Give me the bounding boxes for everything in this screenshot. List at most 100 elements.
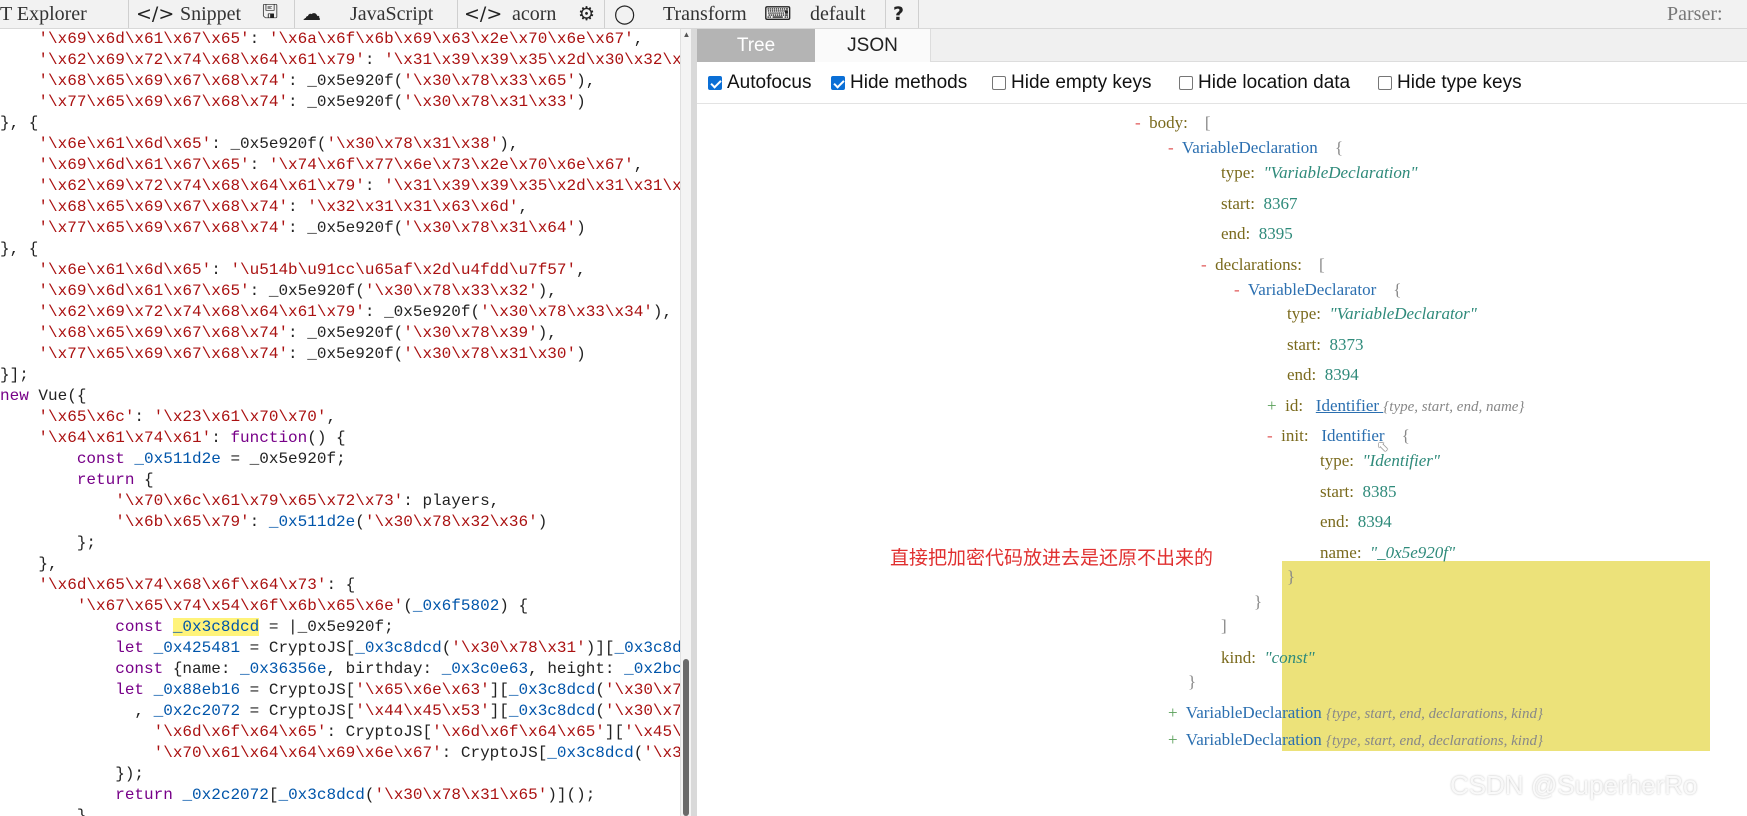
code-line[interactable]: let _0x88eb16 = CryptoJS['\x65\x6e\x63']… <box>0 680 680 701</box>
code-line[interactable]: }, { <box>0 239 38 260</box>
close-brace-text: } <box>1188 672 1197 691</box>
expand-toggle-icon[interactable]: + <box>1267 396 1277 415</box>
tree-node-variable-declaration[interactable]: - VariableDeclaration { <box>1168 137 1343 159</box>
code-line[interactable]: '\x69\x6d\x61\x67\x65': '\x6a\x6f\x6b\x6… <box>0 29 643 50</box>
code-line[interactable]: '\x67\x65\x74\x54\x6f\x6b\x65\x6e'(_0x6f… <box>0 596 528 617</box>
code-line[interactable]: '\x70\x6c\x61\x79\x65\x72\x73': players, <box>0 491 499 512</box>
hide-empty-keys-checkbox[interactable] <box>992 76 1006 90</box>
code-editor[interactable]: '\x69\x6d\x61\x67\x65': '\x6a\x6f\x6b\x6… <box>0 29 680 816</box>
expand-toggle-icon[interactable]: + <box>1168 703 1178 722</box>
tab-json[interactable]: JSON <box>815 29 931 62</box>
language-menu[interactable]: JavaScript <box>350 0 433 28</box>
code-line[interactable]: '\x68\x65\x69\x67\x68\x74': '\x32\x31\x3… <box>0 197 528 218</box>
snippet-menu[interactable]: Snippet <box>180 0 241 28</box>
keyboard-icon[interactable]: ⌨ <box>764 0 791 28</box>
code-line[interactable]: return { <box>0 470 154 491</box>
hide-methods-checkbox[interactable] <box>831 76 845 90</box>
code-line[interactable]: '\x77\x65\x69\x67\x68\x74': _0x5e920f('\… <box>0 218 585 239</box>
snippet-icon[interactable]: </> <box>136 0 174 28</box>
code-line[interactable]: '\x6d\x65\x74\x68\x6f\x64\x73': { <box>0 575 355 596</box>
collapse-toggle-icon[interactable]: - <box>1267 426 1273 445</box>
code-line[interactable]: '\x64\x61\x74\x61': function() { <box>0 428 345 449</box>
toolbar-divider <box>294 0 295 28</box>
code-line[interactable]: , _0x2c2072 = CryptoJS['\x44\x45\x53'][_… <box>0 701 680 722</box>
tab-tree[interactable]: Tree <box>697 29 815 62</box>
code-token: : _0x5e920f( <box>288 219 404 237</box>
option-hide-methods[interactable]: Hide methods <box>831 72 967 93</box>
code-line[interactable]: '\x62\x69\x72\x74\x68\x64\x61\x79': '\x3… <box>0 50 680 71</box>
hide-location-data-checkbox[interactable] <box>1179 76 1193 90</box>
parser-icon[interactable]: </> <box>464 0 502 28</box>
transform-menu[interactable]: Transform <box>663 0 747 28</box>
option-hide-location-data[interactable]: Hide location data <box>1179 72 1350 93</box>
prop-value: 8373 <box>1329 335 1364 354</box>
code-line[interactable]: }); <box>0 764 144 785</box>
code-token: '\x6b\x65\x79' <box>0 513 250 531</box>
collapse-toggle-icon[interactable]: - <box>1201 255 1207 274</box>
code-token: function <box>230 429 308 447</box>
code-line[interactable]: } <box>0 806 87 816</box>
code-line[interactable]: return _0x2c2072[_0x3c8dcd('\x30\x78\x31… <box>0 785 595 806</box>
code-line[interactable]: const _0x3c8dcd = |_0x5e920f; <box>0 617 394 638</box>
code-token: let <box>0 639 154 657</box>
code-token: ) <box>537 513 548 531</box>
code-token: ( <box>595 702 605 720</box>
scrollbar-thumb[interactable] <box>683 659 689 816</box>
code-line[interactable]: }; <box>0 533 96 554</box>
option-hide-empty-keys[interactable]: Hide empty keys <box>992 72 1151 93</box>
tree-node-id[interactable]: + id: Identifier {type, start, end, name… <box>1267 395 1524 417</box>
close-bracket: ] <box>1221 615 1227 637</box>
tree-prop-end: end: 8395 <box>1221 223 1293 245</box>
tree-node-body[interactable]: - body: [ <box>1135 112 1211 134</box>
open-bracket: [ <box>1319 255 1325 274</box>
language-icon[interactable]: ☁ <box>302 0 321 28</box>
code-line[interactable]: '\x62\x69\x72\x74\x68\x64\x61\x79': _0x5… <box>0 302 672 323</box>
code-line[interactable]: '\x65\x6c': '\x23\x61\x70\x70', <box>0 407 336 428</box>
parser-menu[interactable]: acorn <box>512 0 556 28</box>
code-token: '\x65\x6e\x63' <box>355 681 490 699</box>
tree-node-variable-declaration-collapsed[interactable]: + VariableDeclaration {type, start, end,… <box>1168 729 1543 751</box>
code-line[interactable]: '\x6b\x65\x79': _0x511d2e('\x30\x78\x32\… <box>0 512 547 533</box>
code-line[interactable]: '\x68\x65\x69\x67\x68\x74': _0x5e920f('\… <box>0 323 556 344</box>
code-token: , <box>633 156 644 174</box>
code-line[interactable]: '\x77\x65\x69\x67\x68\x74': _0x5e920f('\… <box>0 92 585 113</box>
expand-toggle-icon[interactable]: + <box>1168 730 1178 749</box>
collapse-toggle-icon[interactable]: - <box>1135 113 1141 132</box>
code-line[interactable]: '\x6d\x6f\x64\x65': CryptoJS['\x6d\x6f\x… <box>0 722 680 743</box>
code-line[interactable]: '\x62\x69\x72\x74\x68\x64\x61\x79': '\x3… <box>0 176 680 197</box>
tree-node-variable-declaration-collapsed[interactable]: + VariableDeclaration {type, start, end,… <box>1168 702 1543 724</box>
code-line[interactable]: '\x69\x6d\x61\x67\x65': '\x74\x6f\x77\x6… <box>0 155 643 176</box>
code-line[interactable]: }]; <box>0 365 29 386</box>
code-line[interactable]: new Vue({ <box>0 386 86 407</box>
hide-type-keys-checkbox[interactable] <box>1378 76 1392 90</box>
node-type-link[interactable]: Identifier <box>1316 396 1384 415</box>
code-line[interactable]: '\x69\x6d\x61\x67\x65': _0x5e920f('\x30\… <box>0 281 556 302</box>
code-line[interactable]: '\x77\x65\x69\x67\x68\x74': _0x5e920f('\… <box>0 344 585 365</box>
code-line[interactable]: }, <box>0 554 58 575</box>
code-token: }, <box>0 555 58 573</box>
keymap-menu[interactable]: default <box>810 0 866 28</box>
code-line[interactable]: '\x68\x65\x69\x67\x68\x74': _0x5e920f('\… <box>0 71 595 92</box>
code-line[interactable]: const _0x511d2e = _0x5e920f; <box>0 449 346 470</box>
transform-toggle-icon[interactable]: ◯ <box>614 0 635 28</box>
code-line[interactable]: '\x70\x61\x64\x64\x69\x6e\x67': CryptoJS… <box>0 743 680 764</box>
help-icon[interactable]: ? <box>893 0 904 28</box>
collapse-toggle-icon[interactable]: - <box>1234 280 1240 299</box>
gear-icon[interactable]: ⚙ <box>578 0 595 28</box>
collapse-toggle-icon[interactable]: - <box>1168 138 1174 157</box>
code-token: ), <box>499 135 519 153</box>
tree-node-declarations[interactable]: - declarations: [ <box>1201 254 1325 276</box>
code-token: '\x30\x78\x33\x65' <box>403 72 577 90</box>
code-token: new <box>0 387 29 405</box>
autofocus-checkbox[interactable] <box>708 76 722 90</box>
code-line[interactable]: '\x6e\x61\x6d\x65': _0x5e920f('\x30\x78\… <box>0 134 518 155</box>
save-icon[interactable]: 🖫 <box>262 0 278 28</box>
code-line[interactable]: let _0x425481 = CryptoJS[_0x3c8dcd('\x30… <box>0 638 680 659</box>
code-line[interactable]: '\x6e\x61\x6d\x65': '\u514b\u91cc\u65af\… <box>0 260 585 281</box>
code-line[interactable]: const {name: _0x36356e, birthday: _0x3c0… <box>0 659 680 680</box>
editor-scrollbar[interactable]: ▲ <box>680 29 691 816</box>
tree-node-variable-declarator[interactable]: - VariableDeclarator { <box>1234 279 1401 301</box>
option-autofocus[interactable]: Autofocus <box>708 72 812 93</box>
option-hide-type-keys[interactable]: Hide type keys <box>1378 72 1522 93</box>
code-line[interactable]: }, { <box>0 113 38 134</box>
